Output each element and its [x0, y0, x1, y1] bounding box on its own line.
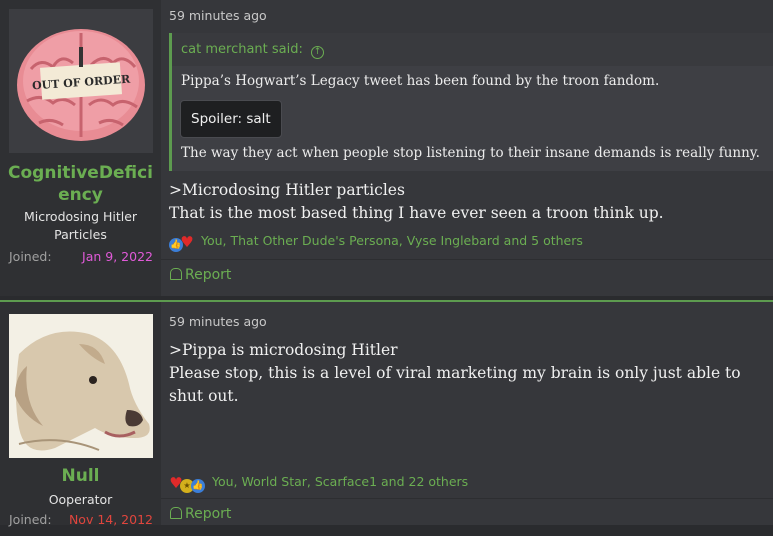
report-button[interactable]: Report	[170, 267, 231, 283]
post: OUT OF ORDER CognitiveDeficiency Microdo…	[0, 0, 773, 296]
reaction-names[interactable]: You, That Other Dude's Persona, Vyse Ing…	[201, 233, 583, 248]
report-label: Report	[185, 506, 232, 522]
dog-avatar-image	[9, 314, 153, 458]
reactions-bar[interactable]: ♥★ 👍 You, World Star, Scarface1 and 22 ot…	[169, 473, 468, 493]
avatar[interactable]: OUT OF ORDER	[9, 9, 153, 153]
heart-reaction-icon: ♥	[180, 233, 194, 251]
arrow-up-icon[interactable]: ↑	[311, 46, 325, 59]
body-line: Please stop, this is a level of viral ma…	[169, 364, 741, 405]
brain-avatar-image: OUT OF ORDER	[9, 9, 153, 153]
avatar[interactable]	[9, 314, 153, 458]
greentext-line: >Microdosing Hitler particles	[169, 181, 405, 199]
bell-icon	[170, 268, 182, 280]
post-footer: Report	[161, 498, 773, 536]
post-content: 59 minutes ago cat merchant said: ↑ Pipp…	[161, 0, 773, 296]
body-line: That is the most based thing I have ever…	[169, 204, 664, 222]
joined-row: Joined: Jan 9, 2022	[9, 249, 153, 264]
post: Ooperator Joined: Nov 14, 2012 Null 59 m…	[0, 300, 773, 527]
username[interactable]: CognitiveDeficiency	[0, 162, 161, 206]
user-title: Ooperator	[48, 492, 113, 507]
quote-author[interactable]: cat merchant said:	[181, 42, 303, 57]
spoiler-button[interactable]: Spoiler: salt	[180, 100, 282, 138]
reactions-bar[interactable]: 👍♥ You, That Other Dude's Persona, Vyse …	[169, 232, 583, 252]
post-footer: Report	[161, 259, 773, 297]
post-body: >Pippa is microdosing Hitler Please stop…	[169, 339, 767, 408]
post-body: >Microdosing Hitler particles That is th…	[169, 179, 767, 225]
joined-date: Jan 9, 2022	[82, 249, 153, 264]
post-timestamp[interactable]: 59 minutes ago	[169, 8, 267, 23]
quote-text: The way they act when people stop listen…	[181, 145, 760, 161]
greentext-line: >Pippa is microdosing Hitler	[169, 341, 398, 359]
post-content: 59 minutes ago >Pippa is microdosing Hit…	[161, 302, 773, 525]
reaction-names[interactable]: You, World Star, Scarface1 and 22 others	[212, 474, 468, 489]
user-title: Microdosing Hitler Particles	[23, 209, 138, 242]
bell-icon	[170, 507, 182, 519]
report-label: Report	[185, 267, 232, 283]
quote-header[interactable]: cat merchant said: ↑	[172, 33, 773, 66]
user-info: Ooperator Joined: Nov 14, 2012	[0, 302, 161, 527]
quote-block: cat merchant said: ↑ Pippa’s Hogwart’s L…	[169, 33, 773, 171]
report-button[interactable]: Report	[170, 506, 231, 522]
post-timestamp[interactable]: 59 minutes ago	[169, 314, 267, 329]
like-reaction-icon: 👍	[191, 479, 205, 493]
joined-label: Joined:	[9, 249, 52, 264]
quote-text: Pippa’s Hogwart’s Legacy tweet has been …	[181, 73, 660, 89]
user-info: OUT OF ORDER CognitiveDeficiency Microdo…	[0, 0, 161, 296]
username[interactable]: Null	[0, 465, 161, 487]
